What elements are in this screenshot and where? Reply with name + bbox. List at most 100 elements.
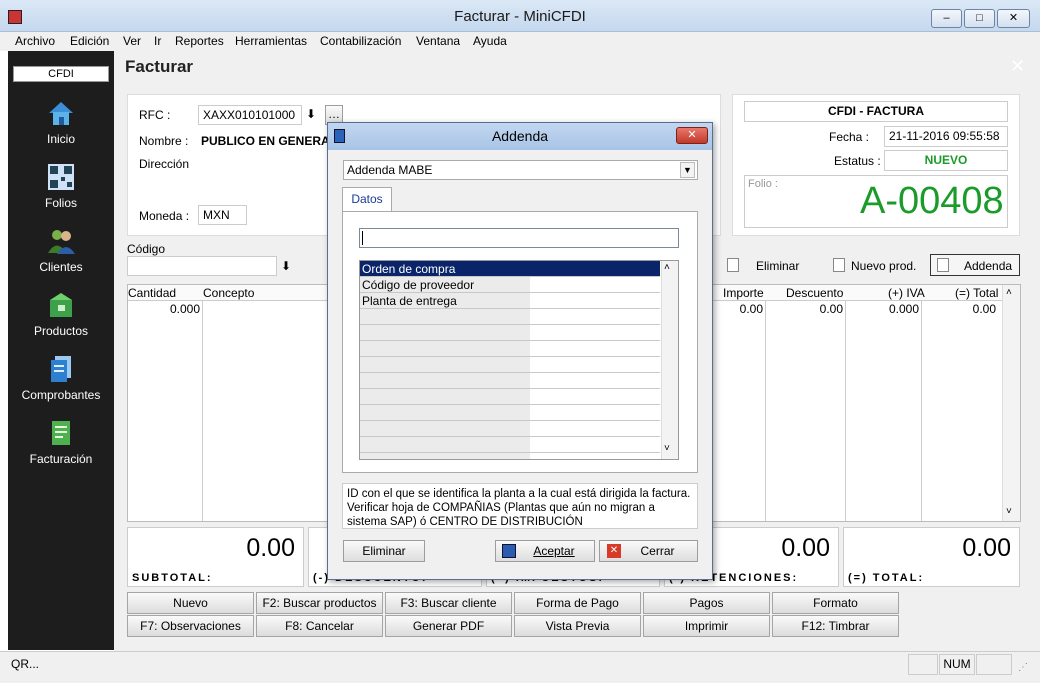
menu-ayuda[interactable]: Ayuda — [473, 34, 507, 48]
forma-pago-button[interactable]: Forma de Pago — [514, 592, 641, 614]
header-importe[interactable]: Importe — [723, 286, 764, 300]
maximize-button[interactable]: □ — [964, 9, 995, 28]
list-item-empty[interactable] — [360, 405, 660, 421]
close-window-button[interactable]: ✕ — [997, 9, 1030, 28]
menu-ver[interactable]: Ver — [123, 34, 141, 48]
menu-edicion[interactable]: Edición — [70, 34, 109, 48]
close-page-icon[interactable]: ✕ — [1010, 56, 1025, 77]
list-item-empty[interactable] — [360, 341, 660, 357]
pagos-button[interactable]: Pagos — [643, 592, 770, 614]
list-item-empty[interactable] — [360, 437, 660, 453]
header-total[interactable]: (=) Total — [955, 286, 998, 300]
value-input[interactable] — [359, 228, 679, 248]
codigo-label: Código — [127, 242, 166, 256]
fecha-field[interactable]: 21-11-2016 09:55:58 — [884, 126, 1008, 147]
timbrar-button[interactable]: F12: Timbrar — [772, 615, 899, 637]
tab-datos[interactable]: Datos — [342, 187, 392, 212]
buscar-cliente-button[interactable]: F3: Buscar cliente — [385, 592, 512, 614]
sidebar-item-label: Clientes — [39, 260, 83, 274]
list-item-empty[interactable] — [360, 325, 660, 341]
scroll-down-icon[interactable]: ˅ — [664, 443, 670, 454]
dialog-aceptar-button[interactable]: Aceptar — [495, 540, 595, 562]
menu-ir[interactable]: Ir — [154, 34, 161, 48]
subtotal-value: 0.00 — [246, 534, 295, 562]
menu-contabilizacion[interactable]: Contabilización — [320, 34, 401, 48]
moneda-field[interactable]: MXN — [198, 205, 247, 225]
estatus-label: Estatus : — [834, 154, 881, 168]
list-item-empty[interactable] — [360, 389, 660, 405]
rfc-field[interactable]: XAXX010101000 — [198, 105, 302, 125]
vista-previa-button[interactable]: Vista Previa — [514, 615, 641, 637]
codigo-field[interactable] — [127, 256, 277, 276]
scroll-up-icon[interactable]: ˄ — [664, 262, 670, 273]
home-icon — [49, 102, 73, 125]
list-item-empty[interactable] — [360, 373, 660, 389]
scroll-up-icon[interactable]: ˄ — [1006, 287, 1012, 298]
rfc-download-icon[interactable]: ⬇ — [306, 107, 316, 121]
row-cantidad[interactable]: 0.000 — [128, 302, 200, 316]
menu-ventana[interactable]: Ventana — [416, 34, 460, 48]
sidebar-item-productos[interactable]: Productos — [8, 290, 114, 338]
header-cantidad[interactable]: Cantidad — [128, 286, 176, 300]
list-item[interactable]: Código de proveedor — [360, 277, 660, 293]
nuevo-prod-button[interactable]: Nuevo prod. — [851, 259, 916, 273]
scroll-down-icon[interactable]: ˅ — [1006, 506, 1012, 517]
list-item-selected[interactable]: Orden de compra — [360, 261, 660, 277]
nombre-value: PUBLICO EN GENERAL — [201, 134, 338, 148]
list-item-empty[interactable] — [360, 309, 660, 325]
menu-archivo[interactable]: Archivo — [15, 34, 55, 48]
subtotal-label: SUBTOTAL: — [132, 572, 213, 584]
dialog-cerrar-button[interactable]: ✕ Cerrar — [599, 540, 698, 562]
fecha-label: Fecha : — [829, 130, 870, 144]
resize-grip-icon[interactable]: ⋰ — [1018, 662, 1028, 673]
list-item-empty[interactable] — [360, 421, 660, 437]
clients-icon — [48, 230, 75, 254]
list-scrollbar[interactable] — [661, 261, 678, 459]
observaciones-button[interactable]: F7: Observaciones — [127, 615, 254, 637]
sidebar-item-label: Productos — [33, 324, 89, 338]
generar-pdf-button[interactable]: Generar PDF — [385, 615, 512, 637]
addenda-button-label: Addenda — [964, 259, 1013, 273]
rfc-label: RFC : — [139, 108, 171, 122]
estatus-value: NUEVO — [884, 150, 1008, 171]
buscar-productos-button[interactable]: F2: Buscar productos — [256, 592, 383, 614]
grid-scrollbar[interactable] — [1002, 285, 1020, 521]
sidebar-item-inicio[interactable]: Inicio — [8, 98, 114, 146]
cancelar-button[interactable]: F8: Cancelar — [256, 615, 383, 637]
page-header — [114, 51, 1040, 79]
sidebar-item-comprobantes[interactable]: Comprobantes — [8, 354, 114, 402]
sidebar-item-facturacion[interactable]: Facturación — [8, 418, 114, 466]
page-title: Facturar — [125, 57, 194, 76]
header-iva[interactable]: (+) IVA — [888, 286, 925, 300]
minimize-button[interactable]: – — [931, 9, 962, 28]
status-panel — [976, 654, 1012, 675]
status-bar — [0, 651, 1040, 683]
header-descuento[interactable]: Descuento — [786, 286, 843, 300]
addenda-select[interactable]: Addenda MABE — [343, 160, 698, 180]
formato-button[interactable]: Formato — [772, 592, 899, 614]
list-item-empty[interactable] — [360, 357, 660, 373]
sidebar-item-folios[interactable]: Folios — [8, 162, 114, 210]
sidebar-item-clientes[interactable]: Clientes — [8, 226, 114, 274]
status-text: QR... — [11, 657, 40, 671]
imprimir-button[interactable]: Imprimir — [643, 615, 770, 637]
dialog-eliminar-button[interactable]: Eliminar — [343, 540, 425, 562]
menu-reportes[interactable]: Reportes — [175, 34, 224, 48]
cfdi-title: CFDI - FACTURA — [744, 101, 1008, 122]
eliminar-button[interactable]: Eliminar — [756, 259, 799, 273]
total-label: (=) TOTAL: — [848, 572, 925, 584]
dialog-close-button[interactable]: ✕ — [676, 127, 708, 144]
invoice-icon — [52, 421, 70, 445]
codigo-download-icon[interactable]: ⬇ — [281, 259, 291, 273]
header-concepto[interactable]: Concepto — [203, 286, 254, 300]
total-box: 0.00 (=) TOTAL: — [843, 527, 1020, 587]
sidebar-item-label: Comprobantes — [21, 388, 101, 402]
menu-herramientas[interactable]: Herramientas — [235, 34, 307, 48]
sidebar-tab-cfdi[interactable]: CFDI — [13, 66, 109, 82]
nuevo-button[interactable]: Nuevo — [127, 592, 254, 614]
dialog-title: Addenda — [491, 128, 549, 144]
list-item[interactable]: Planta de entrega — [360, 293, 660, 309]
chevron-down-icon[interactable]: ▼ — [680, 162, 695, 178]
row-total: 0.00 — [972, 302, 996, 316]
sidebar-item-label: Inicio — [46, 132, 75, 146]
